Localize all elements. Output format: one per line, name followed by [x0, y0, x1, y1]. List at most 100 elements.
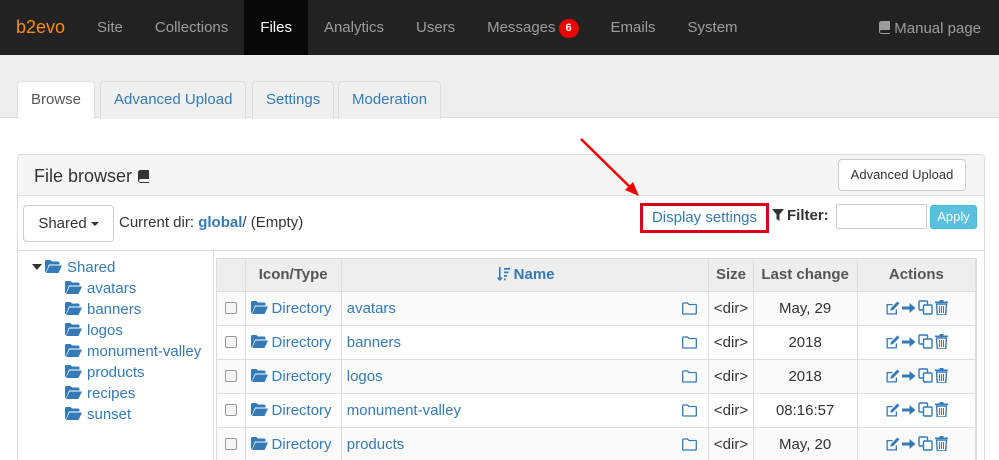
trash-icon[interactable] — [934, 333, 948, 350]
folder-open-icon — [65, 386, 82, 399]
tree-item-products[interactable]: products — [65, 364, 145, 381]
tree-item-label: banners — [87, 301, 142, 318]
copy-icon[interactable] — [918, 367, 933, 383]
edit-icon[interactable] — [885, 301, 900, 315]
copy-icon[interactable] — [918, 299, 933, 315]
nav-collections[interactable]: Collections — [139, 0, 244, 55]
row-checkbox[interactable] — [224, 369, 237, 382]
current-dir-link[interactable]: global — [198, 214, 242, 231]
type-label: Directory — [271, 435, 332, 453]
edit-icon[interactable] — [885, 335, 900, 349]
folder-outline-icon[interactable] — [682, 369, 698, 383]
caret-down-icon[interactable] — [32, 264, 42, 270]
arrow-right-icon[interactable] — [901, 403, 916, 417]
arrow-right-icon[interactable] — [901, 369, 916, 383]
file-name-link[interactable]: monument-valley — [347, 402, 461, 419]
header-last-change: Last change — [753, 259, 858, 292]
nav-emails[interactable]: Emails — [595, 0, 672, 55]
tree-item-avatars[interactable]: avatars — [65, 280, 136, 297]
tree-item-banners[interactable]: banners — [65, 301, 141, 318]
edit-icon[interactable] — [885, 369, 900, 383]
file-name-link[interactable]: logos — [347, 368, 383, 385]
trash-icon[interactable] — [934, 401, 948, 418]
arrow-right-icon[interactable] — [901, 335, 916, 349]
header-size: Size — [708, 259, 754, 292]
filter-icon — [772, 209, 784, 221]
arrow-right-icon[interactable] — [901, 437, 916, 451]
root-select-button[interactable]: Shared — [23, 205, 114, 242]
name-cell: logos — [341, 359, 710, 394]
tree-item-recipes[interactable]: recipes — [65, 385, 135, 402]
trash-icon[interactable] — [934, 435, 948, 452]
size-cell: <dir> — [708, 291, 754, 326]
display-settings-link[interactable]: Display settings — [640, 203, 769, 233]
nav-files[interactable]: Files — [244, 0, 308, 55]
apply-filter-button[interactable]: Apply — [930, 205, 977, 229]
trash-icon[interactable] — [934, 367, 948, 384]
row-checkbox[interactable] — [224, 403, 237, 416]
manual-page-link[interactable]: Manual page — [878, 0, 981, 55]
row-checkbox[interactable] — [224, 437, 237, 450]
folder-outline-icon[interactable] — [682, 403, 698, 417]
header-name-link[interactable]: Name — [514, 266, 555, 283]
copy-icon[interactable] — [918, 435, 933, 451]
last-change-cell: 08:16:57 — [753, 393, 858, 428]
header-name[interactable]: Name — [341, 259, 710, 292]
filter-input[interactable] — [836, 204, 927, 229]
type-cell: Directory — [245, 291, 342, 326]
advanced-upload-button[interactable]: Advanced Upload — [838, 159, 966, 191]
folder-outline-icon[interactable] — [682, 335, 698, 349]
edit-icon[interactable] — [885, 403, 900, 417]
file-name-link[interactable]: banners — [347, 334, 401, 351]
type-cell: Directory — [245, 427, 342, 460]
nav-site[interactable]: Site — [81, 0, 139, 55]
tree-item-logos[interactable]: logos — [65, 322, 123, 339]
folder-outline-icon[interactable] — [682, 301, 698, 315]
name-cell: avatars — [341, 291, 710, 326]
tab-settings[interactable]: Settings — [252, 81, 335, 119]
row-select-cell — [217, 325, 246, 360]
table-row: Directory logos <dir> 2018 — [217, 359, 977, 394]
trash-icon[interactable] — [934, 299, 948, 316]
tab-browse[interactable]: Browse — [17, 81, 96, 119]
actions-cell — [857, 359, 977, 394]
book-icon[interactable] — [137, 169, 150, 183]
edit-icon[interactable] — [885, 437, 900, 451]
tree-item-label: Shared — [67, 259, 116, 276]
current-dir-suffix: / (Empty) — [242, 214, 304, 231]
tab-advanced-upload[interactable]: Advanced Upload — [100, 81, 247, 119]
tree-item-monument-valley[interactable]: monument-valley — [65, 343, 201, 360]
type-link[interactable]: Directory — [250, 401, 332, 419]
type-link[interactable]: Directory — [250, 368, 332, 385]
tree-item-sunset[interactable]: sunset — [65, 406, 131, 423]
nav-messages[interactable]: Messages 6 — [471, 0, 594, 55]
actions-cell — [857, 325, 977, 360]
nav-system[interactable]: System — [672, 0, 754, 55]
file-name-link[interactable]: products — [347, 436, 405, 453]
type-link[interactable]: Directory — [250, 300, 332, 317]
tab-moderation[interactable]: Moderation — [338, 81, 442, 119]
nav-users[interactable]: Users — [400, 0, 471, 55]
header-select — [217, 259, 246, 292]
type-label: Directory — [271, 401, 332, 419]
row-checkbox[interactable] — [224, 301, 237, 314]
nav-analytics[interactable]: Analytics — [308, 0, 400, 55]
row-checkbox[interactable] — [224, 335, 237, 348]
type-link[interactable]: Directory — [250, 334, 332, 351]
tree-item-label: recipes — [87, 385, 136, 402]
file-name-link[interactable]: avatars — [347, 300, 396, 317]
folder-open-icon — [250, 300, 268, 314]
size-cell: <dir> — [708, 325, 754, 360]
row-select-cell — [217, 427, 246, 460]
copy-icon[interactable] — [918, 401, 933, 417]
folder-open-icon — [65, 365, 82, 378]
type-link[interactable]: Directory — [250, 435, 332, 453]
copy-icon[interactable] — [918, 333, 933, 349]
arrow-right-icon[interactable] — [901, 301, 916, 315]
row-select-cell — [217, 359, 246, 394]
folder-outline-icon[interactable] — [682, 437, 698, 451]
folder-tree: Shared avatars banners logos monument-va… — [19, 251, 214, 460]
brand-logo[interactable]: b2evo — [0, 0, 81, 55]
row-select-cell — [217, 393, 246, 428]
tree-root-shared[interactable]: Shared — [32, 259, 115, 276]
